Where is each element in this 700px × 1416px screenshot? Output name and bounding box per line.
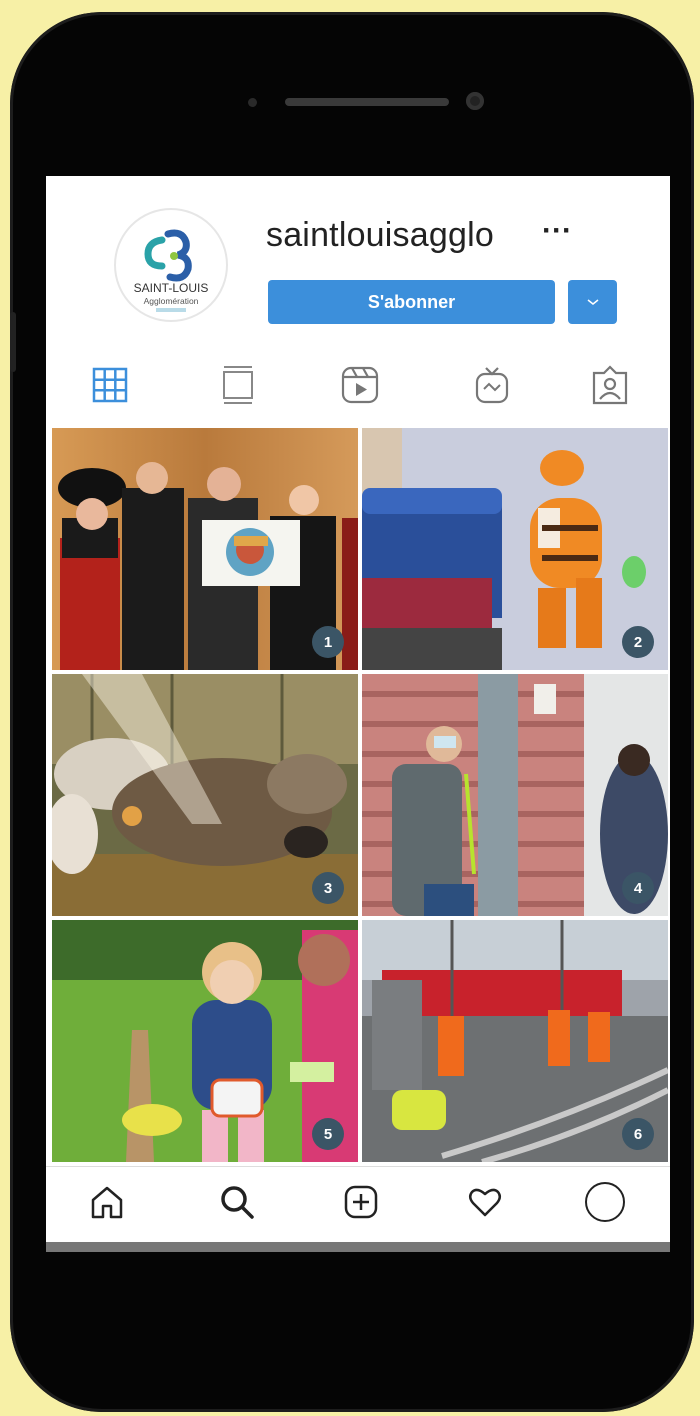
profile-tabs (46, 361, 670, 421)
instagram-profile-screen: SAINT-LOUIS Agglomération saintlouisaggl… (46, 176, 670, 1252)
home-icon (91, 1186, 123, 1219)
earpiece-speaker (285, 98, 449, 106)
post-image-group (52, 428, 358, 670)
post-thumbnail[interactable]: 6 (362, 920, 668, 1162)
grid-icon (92, 367, 128, 403)
post-thumbnail[interactable]: 4 (362, 674, 668, 916)
follow-button[interactable]: S'abonner (268, 280, 555, 324)
tab-grid[interactable] (86, 361, 134, 409)
post-number-badge: 1 (312, 626, 344, 658)
post-image-sheep (52, 674, 358, 916)
chevron-down-icon (587, 299, 598, 305)
post-number-badge: 2 (622, 626, 654, 658)
post-number-badge: 4 (622, 872, 654, 904)
tab-tagged[interactable] (586, 361, 634, 409)
search-icon (221, 1186, 254, 1219)
reels-icon (341, 366, 379, 404)
post-thumbnail[interactable]: 1 (52, 428, 358, 670)
post-image-building (362, 674, 668, 916)
bottom-nav-bar (46, 1166, 670, 1239)
suggestions-dropdown-button[interactable] (568, 280, 617, 324)
igtv-icon (475, 367, 509, 404)
profile-icon (585, 1182, 625, 1222)
feed-icon (223, 366, 253, 404)
post-grid: 1 2 3 4 5 6 (52, 428, 668, 1168)
tagged-icon (592, 365, 628, 405)
nav-home[interactable] (84, 1179, 130, 1225)
heart-icon (469, 1188, 501, 1217)
more-options-button[interactable]: ··· (542, 214, 572, 248)
nav-new-post[interactable] (338, 1179, 384, 1225)
post-number-badge: 6 (622, 1118, 654, 1150)
add-icon (344, 1185, 378, 1219)
front-camera (466, 92, 484, 110)
logo-subtext: Agglomération (144, 296, 199, 306)
sensor-dot (248, 98, 257, 107)
post-image-tiger (362, 428, 668, 670)
profile-avatar[interactable]: SAINT-LOUIS Agglomération (114, 208, 228, 322)
nav-activity[interactable] (462, 1179, 508, 1225)
logo-text: SAINT-LOUIS (134, 281, 209, 295)
nav-profile[interactable] (582, 1179, 628, 1225)
nav-search[interactable] (214, 1179, 260, 1225)
tab-igtv[interactable] (468, 361, 516, 409)
post-thumbnail[interactable]: 3 (52, 674, 358, 916)
tab-reels[interactable] (336, 361, 384, 409)
post-thumbnail[interactable]: 2 (362, 428, 668, 670)
post-image-easter (52, 920, 358, 1162)
post-number-badge: 5 (312, 1118, 344, 1150)
post-image-tramworks (362, 920, 668, 1162)
post-number-badge: 3 (312, 872, 344, 904)
tab-feed[interactable] (214, 361, 262, 409)
profile-username: saintlouisagglo (266, 216, 494, 254)
screen-bottom-edge (46, 1242, 670, 1252)
side-button (10, 312, 16, 372)
post-thumbnail[interactable]: 5 (52, 920, 358, 1162)
